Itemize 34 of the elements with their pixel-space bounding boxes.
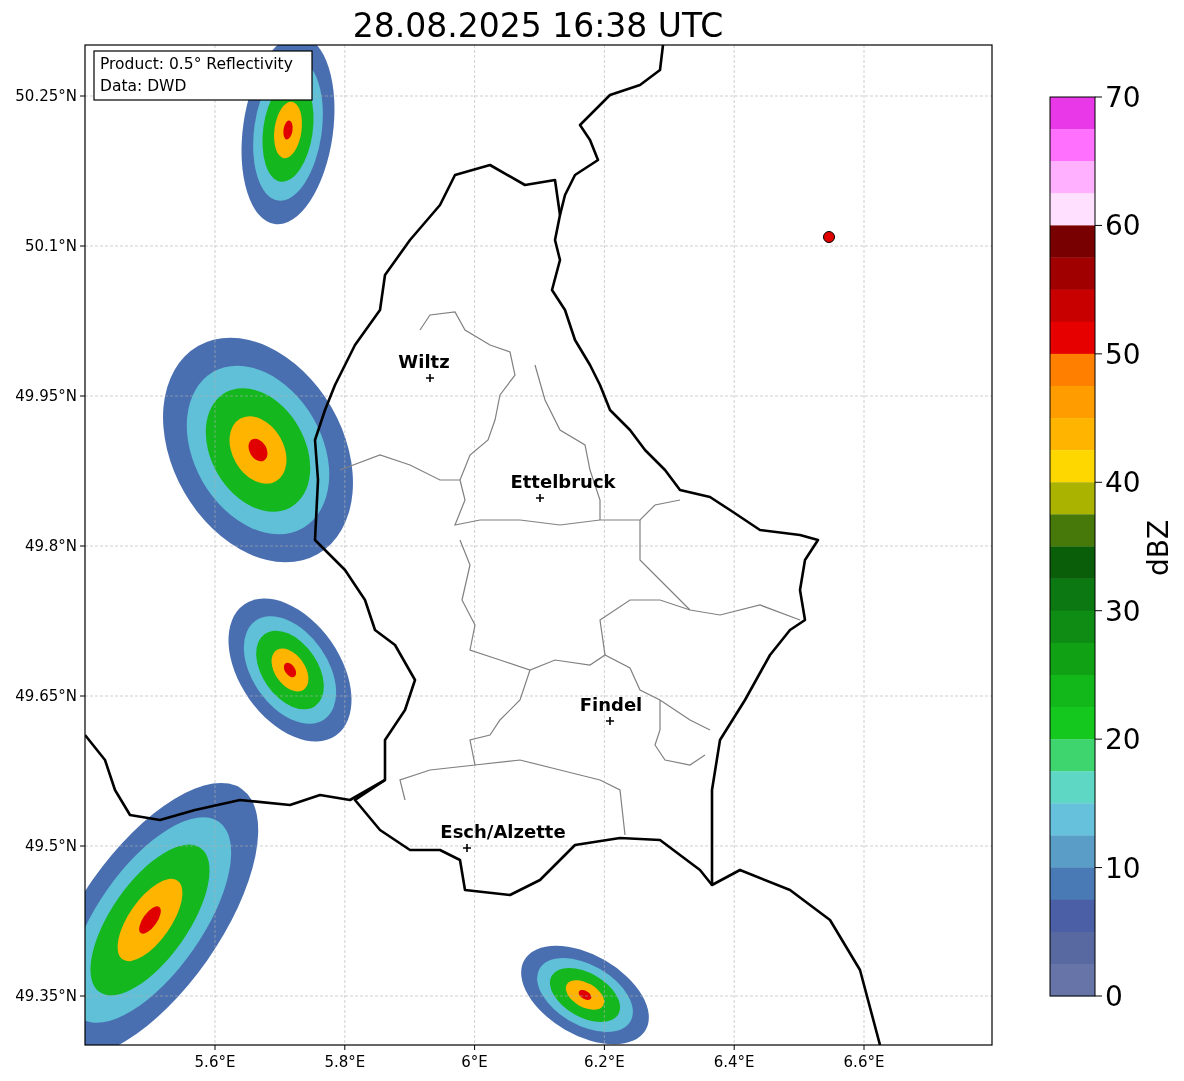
colorbar-tick-label: 0 <box>1105 980 1123 1013</box>
latitude-label: 49.8°N <box>24 537 77 555</box>
city-marker-icon <box>462 843 472 853</box>
city-marker-icon <box>605 716 615 726</box>
longitude-label: 6.4°E <box>713 1053 755 1071</box>
location-dot-icon <box>823 231 835 243</box>
colorbar-tick-label: 70 <box>1105 81 1141 114</box>
latitude-label: 49.35°N <box>15 987 77 1005</box>
colorbar-tick-label: 20 <box>1105 723 1141 757</box>
latitude-label: 49.5°N <box>24 837 77 855</box>
longitude-label: 6.2°E <box>584 1053 625 1071</box>
colorbar-tick-label: 10 <box>1105 851 1141 885</box>
latitude-label: 49.65°N <box>15 687 77 705</box>
latitude-label: 50.25°N <box>15 87 77 105</box>
city-label: Findel <box>579 694 643 715</box>
colorbar-label: dBZ <box>1142 519 1175 577</box>
colorbar-tick-label: 40 <box>1105 466 1141 500</box>
longitude-label: 6°E <box>461 1053 488 1071</box>
longitude-label: 5.8°E <box>324 1053 366 1071</box>
city-label: Esch/Alzette <box>440 821 566 842</box>
info-text: Product: 0.5° Reflectivity <box>100 55 293 73</box>
city-marker-icon <box>535 493 545 503</box>
longitude-label: 5.6°E <box>194 1053 236 1071</box>
colorbar-tick-label: 30 <box>1105 594 1141 628</box>
city-label: Wiltz <box>398 351 450 372</box>
longitude-label: 6.6°E <box>843 1053 885 1071</box>
info-text: Data: DWD <box>100 77 187 95</box>
city-label: Ettelbruck <box>510 471 616 492</box>
colorbar-tick-label: 60 <box>1105 209 1141 243</box>
chart-title: 28.08.2025 16:38 UTC <box>352 6 724 45</box>
latitude-label: 50.1°N <box>24 237 77 255</box>
colorbar-tick-label: 50 <box>1105 337 1141 371</box>
latitude-label: 49.95°N <box>15 387 77 405</box>
city-marker-icon <box>425 373 435 383</box>
